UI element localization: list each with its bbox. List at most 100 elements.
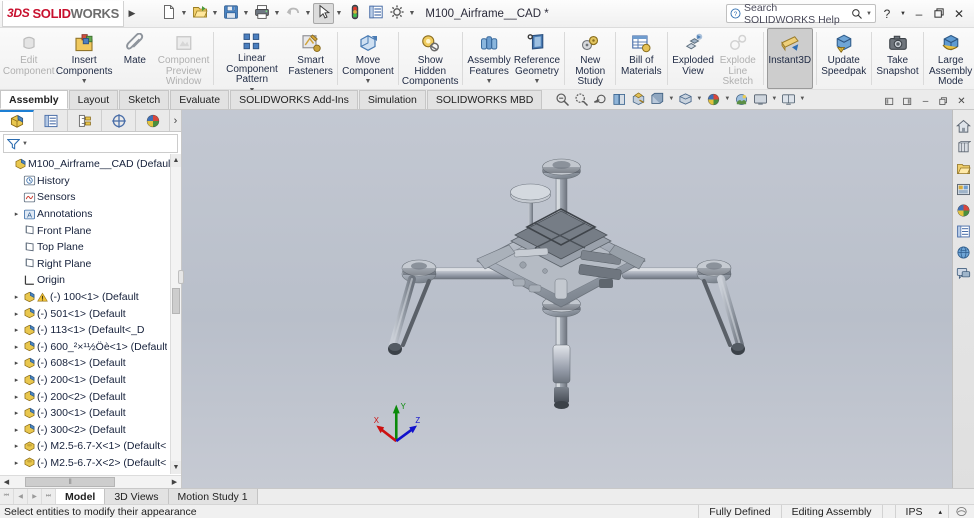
graphics-viewport[interactable]: Y X Z bbox=[182, 110, 952, 488]
display-style-dropdown-icon[interactable]: ▼ bbox=[667, 96, 675, 102]
ribbon-assembly-features-button[interactable]: Assembly Features ▼ bbox=[466, 28, 513, 89]
tree-item[interactable]: ▸ (-) 113<1> (Default<_D bbox=[0, 322, 181, 339]
zoom-to-fit-icon[interactable] bbox=[553, 90, 571, 108]
menu-expand-arrow-icon[interactable]: ▶ bbox=[124, 8, 140, 19]
tree-expander-icon[interactable]: ▸ bbox=[11, 409, 22, 417]
ribbon-large-assembly-mode-button[interactable]: Large Assembly Mode bbox=[927, 28, 974, 89]
tree-item[interactable]: ▸ (-) 200<1> (Default bbox=[0, 372, 181, 389]
ribbon-insert-components-button[interactable]: Insert Components ▼ bbox=[55, 28, 113, 89]
command-tab-simulation[interactable]: Simulation bbox=[358, 90, 426, 109]
tree-expander-icon[interactable]: ▸ bbox=[11, 310, 22, 318]
edit-appearance-dropdown-icon[interactable]: ▼ bbox=[723, 96, 731, 102]
close-button[interactable]: ✕ bbox=[950, 4, 968, 24]
tab-nav-last-icon[interactable]: ⏭ bbox=[42, 489, 56, 504]
tree-item[interactable]: ▸ (-) 608<1> (Default bbox=[0, 355, 181, 372]
feature-manager-more-tabs-icon[interactable]: › bbox=[170, 110, 181, 131]
tree-item[interactable]: ▸ (-) 300<1> (Default bbox=[0, 405, 181, 422]
ribbon-reference-geometry-button[interactable]: Reference Geometry ▼ bbox=[512, 28, 561, 89]
select-button[interactable] bbox=[313, 3, 334, 24]
ribbon-bill-of-materials-button[interactable]: Bill of Materials bbox=[619, 28, 664, 89]
tree-item[interactable]: ▸ (-) M2.5-6.7-X<2> (Default< bbox=[0, 455, 181, 472]
tree-item[interactable]: ▸ (-) 200<2> (Default bbox=[0, 388, 181, 405]
help-dropdown-icon[interactable]: ▼ bbox=[898, 4, 908, 24]
apply-scene-icon[interactable] bbox=[732, 90, 750, 108]
print-document-dropdown-icon[interactable]: ▼ bbox=[272, 10, 282, 17]
help-button[interactable]: ? bbox=[878, 4, 896, 24]
ribbon-exploded-view-button[interactable]: Exploded View bbox=[670, 28, 715, 89]
bottom-tab-motion-study-1[interactable]: Motion Study 1 bbox=[168, 489, 258, 504]
file-properties-button[interactable] bbox=[365, 3, 386, 24]
print-document-button[interactable] bbox=[251, 3, 272, 24]
feature-filter-input[interactable]: ▼ bbox=[3, 134, 178, 153]
ribbon-show-hidden-components-button[interactable]: Show Hidden Components bbox=[401, 28, 459, 89]
tree-hscroll-track[interactable]: ‖ bbox=[13, 476, 168, 488]
minimize-button[interactable]: – bbox=[910, 4, 928, 24]
dimxpert-manager-tab[interactable] bbox=[102, 110, 136, 131]
panel-splitter-handle[interactable] bbox=[178, 270, 184, 284]
ribbon-move-component-button[interactable]: Move Component ▼ bbox=[341, 28, 394, 89]
ribbon-mate-button[interactable]: Mate bbox=[113, 28, 157, 89]
ribbon-instant3d-button[interactable]: Instant3D bbox=[766, 28, 813, 89]
hide-show-items-dropdown-icon[interactable]: ▼ bbox=[695, 96, 703, 102]
tab-nav-first-icon[interactable]: ⏮ bbox=[0, 489, 14, 504]
view-orientation-icon[interactable] bbox=[629, 90, 647, 108]
bottom-tab-model[interactable]: Model bbox=[56, 489, 106, 504]
section-view-icon[interactable] bbox=[610, 90, 628, 108]
edit-appearance-icon[interactable] bbox=[704, 90, 722, 108]
property-manager-tab[interactable] bbox=[34, 110, 68, 131]
tree-expander-icon[interactable]: ▸ bbox=[11, 376, 22, 384]
graphics-overlay-icon[interactable] bbox=[948, 505, 974, 518]
tab-nav-prev-icon[interactable]: ◀ bbox=[14, 489, 28, 504]
file-explorer-icon[interactable] bbox=[954, 158, 974, 178]
tree-expander-icon[interactable]: ▸ bbox=[11, 210, 22, 218]
tree-hscroll-thumb[interactable]: ‖ bbox=[25, 477, 116, 487]
tree-expander-icon[interactable]: ▸ bbox=[11, 426, 22, 434]
tree-vertical-scrollbar[interactable]: ▲ ▼ bbox=[170, 154, 181, 474]
tree-item[interactable]: History bbox=[0, 173, 181, 190]
ribbon-dropdown-icon[interactable]: ▼ bbox=[486, 78, 493, 85]
view-settings-dropdown-icon[interactable]: ▼ bbox=[770, 96, 778, 102]
open-document-dropdown-icon[interactable]: ▼ bbox=[210, 10, 220, 17]
options-dropdown-icon[interactable]: ▼ bbox=[407, 10, 417, 17]
configuration-manager-tab[interactable] bbox=[68, 110, 102, 131]
tree-expander-icon[interactable]: ▸ bbox=[11, 293, 22, 301]
ribbon-linear-component-pattern-button[interactable]: Linear ComponentPattern▼ bbox=[217, 28, 287, 94]
command-tab-solidworks-add-ins[interactable]: SOLIDWORKS Add-Ins bbox=[230, 90, 358, 109]
tree-item[interactable]: ▸ (-) 100<1> (Default bbox=[0, 289, 181, 306]
restore-left-icon[interactable] bbox=[881, 93, 898, 109]
tree-expander-icon[interactable]: ▸ bbox=[11, 393, 22, 401]
ribbon-dropdown-icon[interactable]: ▼ bbox=[81, 78, 88, 85]
ribbon-smart-fasteners-button[interactable]: Smart Fasteners bbox=[287, 28, 335, 89]
tree-expander-icon[interactable]: ▸ bbox=[11, 442, 22, 450]
minimize-doc-icon[interactable]: – bbox=[917, 93, 934, 109]
tree-expander-icon[interactable]: ▸ bbox=[11, 343, 22, 351]
tree-expander-icon[interactable]: ▸ bbox=[11, 459, 22, 467]
ribbon-update-speedpak-button[interactable]: ! Update Speedpak bbox=[820, 28, 868, 89]
tree-item[interactable]: Top Plane bbox=[0, 239, 181, 256]
tree-item[interactable]: ▸ (-) 501<1> (Default bbox=[0, 305, 181, 322]
sw-resources-home-icon[interactable] bbox=[954, 116, 974, 136]
viewport-layout-icon[interactable] bbox=[779, 90, 797, 108]
ribbon-take-snapshot-button[interactable]: Take Snapshot bbox=[875, 28, 921, 89]
tree-expander-icon[interactable]: ▸ bbox=[11, 326, 22, 334]
new-document-dropdown-icon[interactable]: ▼ bbox=[179, 10, 189, 17]
tree-item[interactable]: ▸ (-) 300<2> (Default bbox=[0, 422, 181, 439]
tab-nav-next-icon[interactable]: ▶ bbox=[28, 489, 42, 504]
select-dropdown-icon[interactable]: ▼ bbox=[334, 10, 344, 17]
ribbon-dropdown-icon[interactable]: ▼ bbox=[365, 78, 372, 85]
display-manager-tab[interactable] bbox=[136, 110, 170, 131]
open-document-button[interactable] bbox=[189, 3, 210, 24]
viewport-layout-dropdown-icon[interactable]: ▼ bbox=[798, 96, 806, 102]
command-tab-sketch[interactable]: Sketch bbox=[119, 90, 170, 109]
close-doc-icon[interactable]: ✕ bbox=[953, 93, 970, 109]
undo-dropdown-icon[interactable]: ▼ bbox=[303, 10, 313, 17]
ribbon-dropdown-icon[interactable]: ▼ bbox=[533, 78, 540, 85]
scroll-right-icon[interactable]: ▶ bbox=[168, 476, 181, 488]
view-palette-icon[interactable] bbox=[954, 179, 974, 199]
options-button[interactable] bbox=[386, 3, 407, 24]
feature-manager-design-tree-tab[interactable] bbox=[0, 110, 34, 131]
hide-show-items-icon[interactable] bbox=[676, 90, 694, 108]
display-style-icon[interactable] bbox=[648, 90, 666, 108]
swift-annotation-icon[interactable] bbox=[954, 263, 974, 283]
help-search-dropdown-icon[interactable]: ▼ bbox=[866, 11, 872, 17]
